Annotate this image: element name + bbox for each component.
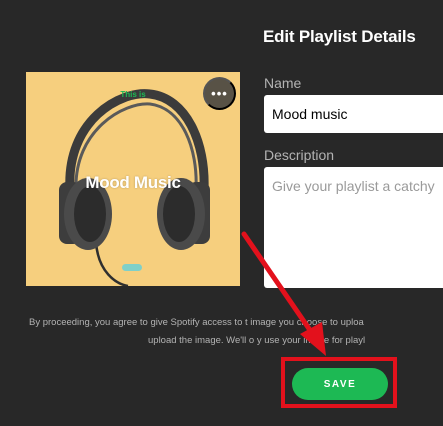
- cover-title-text: Mood Music: [85, 173, 181, 192]
- name-input[interactable]: [264, 95, 443, 133]
- annotation-highlight-box: [281, 357, 397, 408]
- name-label: Name: [264, 75, 302, 91]
- disclaimer-line-1: By proceeding, you agree to give Spotify…: [29, 317, 364, 328]
- upload-disclaimer: By proceeding, you agree to give Spotify…: [0, 314, 443, 350]
- description-input[interactable]: [264, 167, 443, 288]
- dialog-title: Edit Playlist Details: [263, 27, 416, 46]
- disclaimer-line-2: upload the image. We'll o​ y use your im…: [148, 335, 366, 346]
- more-options-icon: •••: [211, 86, 228, 101]
- description-label: Description: [264, 147, 335, 163]
- more-options-button[interactable]: •••: [203, 77, 236, 110]
